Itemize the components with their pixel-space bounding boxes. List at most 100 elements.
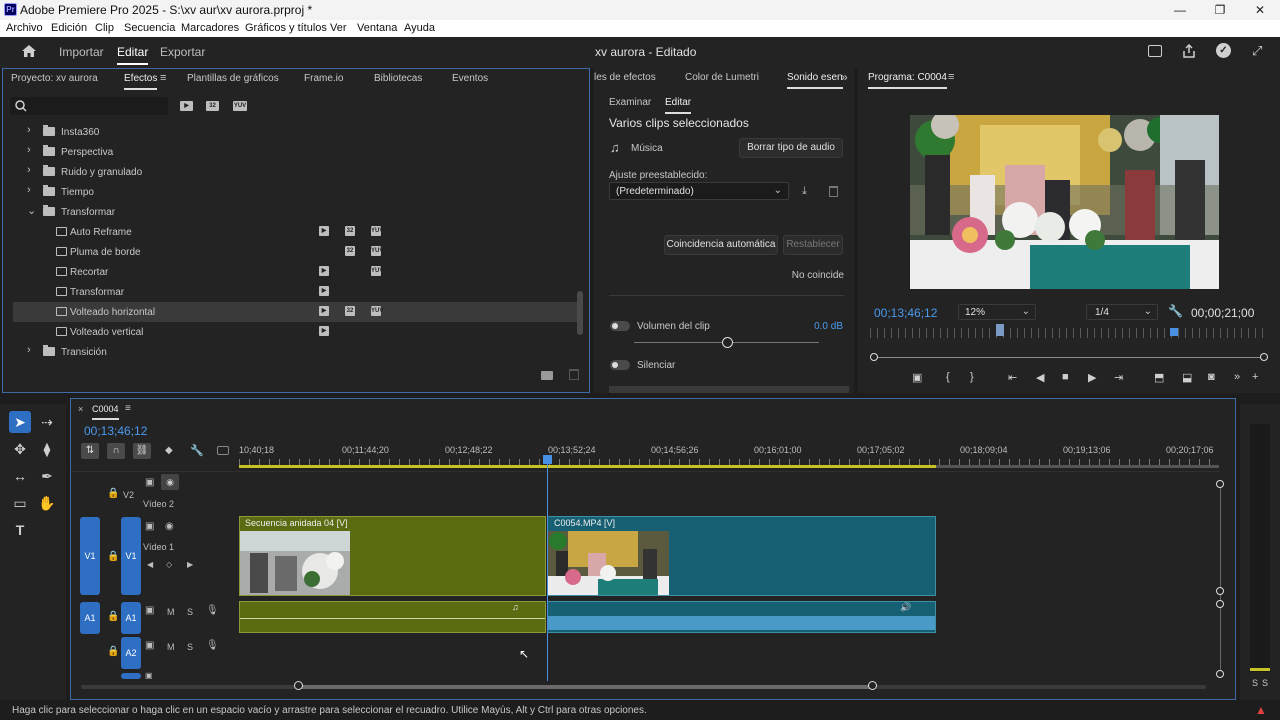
chevron-right-icon[interactable]: › [27, 344, 31, 356]
solo-right[interactable]: S [1262, 678, 1268, 688]
go-to-out-icon[interactable]: ⇥ [1114, 371, 1123, 384]
share-icon[interactable] [1182, 43, 1196, 58]
tree-item[interactable]: Transformar ▶ [13, 282, 579, 302]
chevron-right-icon[interactable]: › [27, 124, 31, 136]
nest-toggle-icon[interactable]: ⇅ [81, 443, 99, 459]
track-a2-target[interactable]: A2 [121, 637, 141, 669]
playhead-handle[interactable] [543, 455, 552, 464]
nav-importar[interactable]: Importar [59, 45, 104, 59]
chevron-right-icon[interactable]: › [27, 184, 31, 196]
more-controls-icon[interactable]: » [1234, 371, 1240, 383]
add-marker-icon[interactable]: ◆ [165, 445, 173, 456]
solo-a2-button[interactable]: S [187, 642, 193, 652]
tab-editar[interactable]: Editar [665, 97, 692, 114]
hscroll-handle[interactable] [294, 681, 303, 690]
video-clip-c0054[interactable]: C0054.MP4 [V] [547, 516, 936, 596]
tree-item[interactable]: Pluma de borde 32 YUV [13, 242, 579, 262]
32bit-filter-icon[interactable]: 32 [206, 101, 219, 111]
menu-ver[interactable]: Ver [330, 22, 347, 34]
snap-icon[interactable]: ∩ [107, 443, 125, 459]
chevron-right-icon[interactable]: › [27, 144, 31, 156]
stop-icon[interactable]: ■ [1062, 371, 1069, 383]
playhead-line[interactable] [547, 455, 548, 681]
fullscreen-icon[interactable]: ⤢ [1252, 43, 1262, 59]
mark-out-icon[interactable]: } [970, 371, 974, 383]
type-tool-icon[interactable]: T [9, 519, 31, 541]
vscroll-handle[interactable] [1216, 587, 1224, 595]
monitor-menu-icon[interactable]: ≡ [948, 71, 954, 83]
menu-graficos[interactable]: Gráficos y títulos [245, 22, 327, 34]
vscroll-handle[interactable] [1216, 670, 1224, 678]
save-preset-icon[interactable]: ⤓ [802, 185, 807, 198]
playhead-marker[interactable] [996, 324, 1004, 336]
lock-icon[interactable]: 🔒 [107, 488, 119, 499]
mark-in-icon[interactable]: { [946, 371, 950, 383]
prev-keyframe-icon[interactable]: ◀ [147, 560, 153, 569]
tree-item[interactable]: Volteado vertical ▶ [13, 322, 579, 342]
track-select-icon[interactable]: ⇢ [36, 411, 58, 433]
menu-archivo[interactable]: Archivo [6, 22, 43, 34]
auto-match-button[interactable]: Coincidencia automática [664, 235, 778, 255]
close-icon[interactable]: ✕ [1240, 0, 1280, 20]
razor-icon[interactable]: ⧫ [36, 438, 58, 460]
extract-icon[interactable]: ⬓ [1182, 371, 1192, 384]
tree-scrollbar[interactable] [577, 291, 583, 335]
timeline-settings-icon[interactable]: 🔧 [190, 444, 204, 457]
audio-clip-c0054[interactable]: 🔊 [547, 601, 936, 633]
warning-icon[interactable]: ▲ [1255, 703, 1267, 717]
lift-icon[interactable]: ⬒ [1154, 371, 1164, 384]
nav-end-handle[interactable] [1260, 353, 1268, 361]
eye-hidden-icon[interactable]: ◉ [161, 474, 179, 490]
horizontal-scroll-thumb[interactable] [299, 685, 873, 689]
tab-examinar[interactable]: Examinar [609, 97, 651, 108]
timeline-timecode[interactable]: 00;13;46;12 [84, 424, 147, 438]
tab-sonido-esencial[interactable]: Sonido esen [787, 72, 843, 89]
export-frame-icon[interactable]: ◙ [1208, 371, 1215, 383]
lock-icon[interactable]: 🔒 [107, 551, 119, 562]
workspace-icon[interactable] [1148, 45, 1162, 57]
program-timecode[interactable]: 00;13;46;12 [874, 306, 937, 320]
tree-item[interactable]: › Tiempo [13, 182, 579, 202]
clear-audio-type-button[interactable]: Borrar tipo de audio [739, 138, 843, 158]
nested-sequence-clip[interactable]: Secuencia anidada 04 [V] [239, 516, 546, 596]
add-button-icon[interactable]: + [1252, 371, 1258, 383]
tree-item[interactable]: › Perspectiva [13, 142, 579, 162]
clip-volume-value[interactable]: 0.0 dB [814, 321, 843, 332]
nav-exportar[interactable]: Exportar [160, 45, 205, 59]
rectangle-icon[interactable]: ▭ [9, 492, 31, 514]
chevron-down-icon[interactable]: ⌄ [27, 204, 36, 217]
slip-icon[interactable]: ↔ [9, 465, 31, 487]
tree-item[interactable]: ⌄ Transformar [13, 202, 579, 222]
sync-lock-icon[interactable]: ▣ [145, 477, 154, 488]
close-sequence-icon[interactable]: × [78, 404, 83, 414]
track-a3-target[interactable] [121, 673, 141, 679]
accelerated-filter-icon[interactable]: ▶ [180, 101, 193, 111]
nav-start-handle[interactable] [870, 353, 878, 361]
microphone-icon[interactable]: 🎙 [206, 605, 219, 616]
vertical-scroll-track[interactable] [1220, 484, 1221, 674]
tab-bibliotecas[interactable]: Bibliotecas [374, 73, 422, 84]
tab-eventos[interactable]: Eventos [452, 73, 488, 84]
tree-item[interactable]: Auto Reframe ▶ 32 YUV [13, 222, 579, 242]
go-to-in-icon[interactable]: ⇤ [1008, 371, 1017, 384]
program-monitor-title[interactable]: Programa: C0004 [868, 72, 947, 89]
pen-icon[interactable]: ✒ [36, 465, 58, 487]
more-tabs-icon[interactable]: » [841, 70, 848, 84]
menu-clip[interactable]: Clip [95, 22, 114, 34]
hscroll-handle[interactable] [868, 681, 877, 690]
wrench-icon[interactable]: 🔧 [1168, 304, 1183, 318]
tab-frameio[interactable]: Frame.io [304, 73, 343, 84]
clip-volume-toggle[interactable] [610, 321, 630, 331]
home-icon[interactable] [21, 44, 37, 58]
add-keyframe-icon[interactable]: ◇ [166, 560, 172, 569]
zoom-select[interactable]: 12% ⌄ [958, 304, 1036, 320]
panel-scrollbar[interactable] [609, 386, 849, 393]
check-icon[interactable]: ✓ [1216, 43, 1231, 58]
solo-a1-button[interactable]: S [187, 607, 193, 617]
vscroll-handle[interactable] [1216, 600, 1224, 608]
selection-tool-icon[interactable]: ➤ [9, 411, 31, 433]
add-marker-icon[interactable]: ▣ [912, 371, 922, 384]
track-v1-target[interactable]: V1 [121, 517, 141, 595]
lock-icon[interactable]: 🔒 [107, 646, 119, 657]
track-a1-target[interactable]: A1 [121, 602, 141, 634]
